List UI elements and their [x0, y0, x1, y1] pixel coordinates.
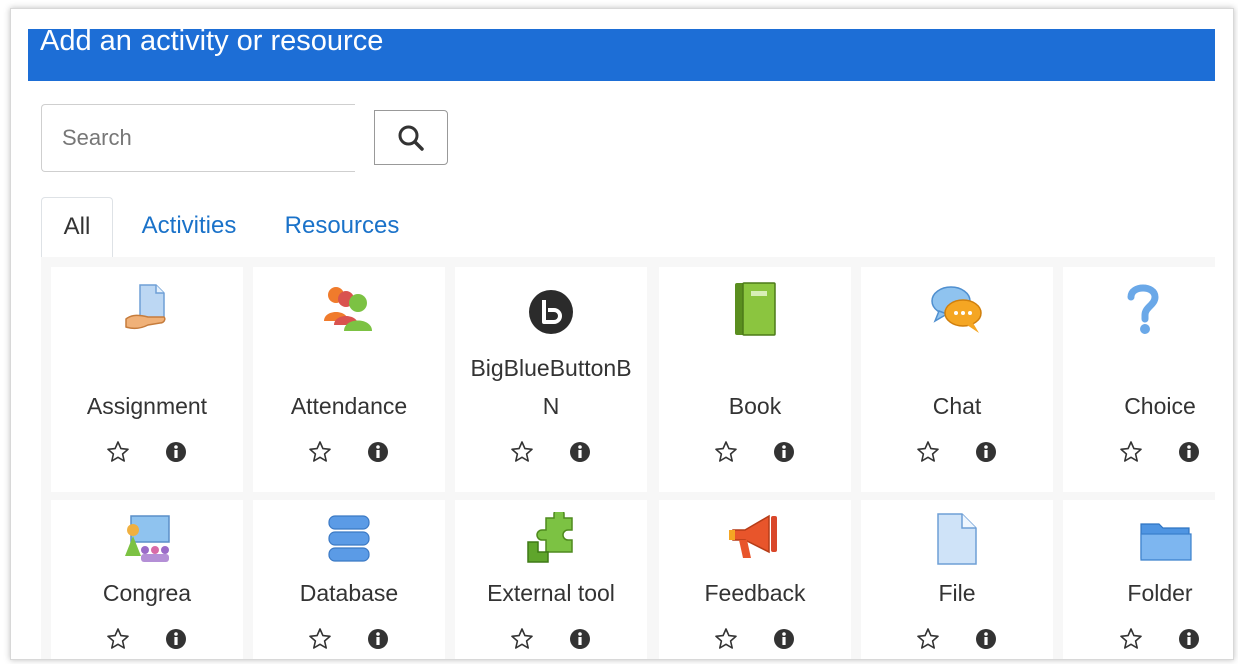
- attendance-icon: [253, 281, 445, 335]
- module-label: BigBlueButtonBN: [470, 355, 632, 419]
- module-label: Assignment: [86, 393, 208, 419]
- module-card-file[interactable]: File: [861, 500, 1053, 659]
- chat-icon: [861, 283, 1053, 335]
- module-card-external-tool[interactable]: External tool: [455, 500, 647, 659]
- info-icon[interactable]: [365, 626, 391, 652]
- module-label: Feedback: [704, 580, 806, 606]
- assignment-icon: [51, 281, 243, 335]
- module-card-database[interactable]: Database: [253, 500, 445, 659]
- tab-all[interactable]: All: [41, 197, 113, 258]
- module-actions: [659, 626, 851, 652]
- module-card-bigbluebuttonbn[interactable]: BigBlueButtonBN: [455, 267, 647, 492]
- book-icon: [659, 281, 851, 337]
- folder-icon: [1139, 518, 1193, 562]
- star-icon[interactable]: [713, 439, 739, 465]
- module-actions: [455, 626, 647, 652]
- module-card-congrea[interactable]: Congrea: [51, 500, 243, 659]
- module-label: Congrea: [102, 580, 192, 606]
- info-icon[interactable]: [1176, 439, 1202, 465]
- star-icon[interactable]: [105, 626, 131, 652]
- module-label: Book: [728, 393, 782, 419]
- module-actions: [51, 626, 243, 652]
- module-grid: Assignment Attendance BigBlueButtonBN Bo…: [41, 257, 1215, 659]
- module-label: Database: [299, 580, 399, 606]
- tab-activities[interactable]: Activities: [129, 197, 249, 257]
- megaphone-icon: [659, 512, 851, 564]
- info-icon[interactable]: [973, 439, 999, 465]
- star-icon[interactable]: [307, 439, 333, 465]
- module-card-folder[interactable]: Folder: [1063, 500, 1215, 659]
- info-icon[interactable]: [973, 626, 999, 652]
- module-label: Choice: [1124, 393, 1196, 419]
- star-icon[interactable]: [1118, 626, 1144, 652]
- info-icon[interactable]: [1176, 626, 1202, 652]
- info-icon[interactable]: [365, 439, 391, 465]
- star-icon[interactable]: [915, 626, 941, 652]
- star-icon[interactable]: [509, 439, 535, 465]
- module-card-choice[interactable]: Choice: [1063, 267, 1215, 492]
- star-icon[interactable]: [1118, 439, 1144, 465]
- modal-header: Add an activity or resource: [28, 29, 1215, 81]
- module-card-assignment[interactable]: Assignment: [51, 267, 243, 492]
- congrea-icon: [51, 512, 243, 564]
- module-actions: [253, 626, 445, 652]
- module-card-attendance[interactable]: Attendance: [253, 267, 445, 492]
- info-icon[interactable]: [163, 439, 189, 465]
- module-card-book[interactable]: Book: [659, 267, 851, 492]
- search-input[interactable]: [41, 104, 355, 172]
- info-icon[interactable]: [163, 626, 189, 652]
- star-icon[interactable]: [105, 439, 131, 465]
- module-actions: [861, 626, 1053, 652]
- module-tabs: All Activities Resources: [41, 197, 1215, 258]
- module-actions: [659, 439, 851, 465]
- info-icon[interactable]: [771, 439, 797, 465]
- info-icon[interactable]: [567, 439, 593, 465]
- star-icon[interactable]: [713, 626, 739, 652]
- module-label: Folder: [1127, 580, 1193, 606]
- module-card-chat[interactable]: Chat: [861, 267, 1053, 492]
- star-icon[interactable]: [915, 439, 941, 465]
- module-label: External tool: [487, 580, 615, 606]
- tab-resources[interactable]: Resources: [273, 197, 411, 257]
- info-icon[interactable]: [567, 626, 593, 652]
- module-actions: [861, 439, 1053, 465]
- star-icon[interactable]: [307, 626, 333, 652]
- module-label: Attendance: [290, 393, 408, 419]
- module-card-feedback[interactable]: Feedback: [659, 500, 851, 659]
- modal-title: Add an activity or resource: [40, 29, 384, 57]
- choice-icon: [1123, 281, 1163, 337]
- module-actions: [51, 439, 243, 465]
- info-icon[interactable]: [771, 626, 797, 652]
- search-button[interactable]: [374, 110, 448, 165]
- bigbluebutton-icon: [455, 289, 647, 335]
- search-icon: [398, 125, 424, 151]
- activity-chooser-dialog: Add an activity or resource All Activiti…: [10, 8, 1234, 660]
- module-actions: [253, 439, 445, 465]
- module-actions: [1077, 439, 1215, 465]
- database-icon: [253, 512, 445, 564]
- module-actions: [455, 439, 647, 465]
- file-icon: [861, 512, 1053, 566]
- puzzle-icon: [455, 512, 647, 564]
- module-label: Chat: [932, 393, 982, 419]
- module-actions: [1077, 626, 1215, 652]
- star-icon[interactable]: [509, 626, 535, 652]
- module-label: File: [938, 580, 976, 606]
